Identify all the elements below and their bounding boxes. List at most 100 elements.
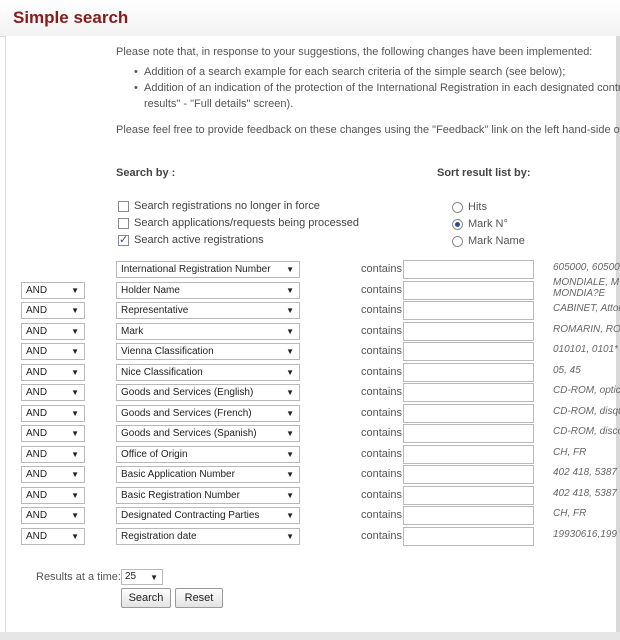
operator-value: AND (26, 305, 48, 316)
criteria-field-select[interactable]: Holder Name ▼ (116, 281, 300, 299)
chevron-down-icon: ▼ (286, 367, 294, 377)
chevron-down-icon: ▼ (71, 326, 79, 336)
search-example: 605000, 60500 (553, 262, 620, 273)
criteria-value-input[interactable] (403, 280, 534, 300)
criteria-value-input[interactable] (403, 403, 534, 423)
criteria-field-value: Mark (121, 325, 144, 337)
criteria-value-input[interactable] (403, 465, 534, 484)
criteria-field-select[interactable]: Mark ▼ (116, 322, 300, 340)
checkbox-icon[interactable] (118, 200, 129, 212)
results-per-page-value: 25 (125, 571, 137, 582)
search-example: CABINET, Attor (553, 303, 620, 314)
radio-label: Mark Name (468, 235, 525, 247)
contains-label: contains (361, 263, 402, 275)
criteria-field-select[interactable]: Representative ▼ (116, 302, 300, 319)
criteria-value-input[interactable] (403, 321, 534, 341)
criteria-value-input[interactable] (403, 506, 534, 525)
search-example: 05, 45 (553, 364, 581, 376)
criteria-field-value: Nice Classification (121, 366, 203, 378)
chevron-down-icon: ▼ (286, 265, 294, 274)
contains-label: contains (361, 304, 402, 316)
radio-mark-name[interactable]: Mark Name (452, 233, 525, 249)
criteria-field-select[interactable]: Goods and Services (French) ▼ (116, 404, 300, 422)
criteria-row: AND ▼ Designated Contracting Parties ▼ conta… (0, 506, 620, 526)
criteria-field-select[interactable]: Designated Contracting Parties ▼ (116, 507, 300, 524)
operator-select[interactable]: AND ▼ (21, 507, 85, 524)
criteria-field-select[interactable]: Goods and Services (English) ▼ (116, 384, 300, 401)
radio-selected-icon[interactable] (452, 218, 463, 230)
contains-label: contains (361, 345, 402, 357)
operator-select[interactable]: AND ▼ (21, 363, 85, 381)
operator-select[interactable]: AND ▼ (21, 486, 85, 504)
criteria-value-input[interactable] (403, 485, 534, 505)
checkbox-checked-icon[interactable] (118, 233, 129, 246)
operator-select[interactable]: AND ▼ (21, 302, 85, 319)
operator-select[interactable]: AND ▼ (21, 527, 85, 545)
page-title: Simple search (13, 8, 129, 27)
operator-value: AND (26, 284, 48, 296)
operator-select[interactable]: AND ▼ (21, 343, 85, 360)
operator-select[interactable]: AND ▼ (21, 425, 85, 442)
chevron-down-icon: ▼ (286, 347, 294, 356)
criteria-field-select[interactable]: Basic Application Number ▼ (116, 466, 300, 483)
radio-mark-number[interactable]: Mark N° (452, 216, 508, 232)
operator-select[interactable]: AND ▼ (21, 322, 85, 340)
search-example: 19930616,199 (553, 528, 617, 540)
criteria-row: AND ▼ Goods and Services (Spanish) ▼ contain… (0, 424, 620, 444)
criteria-value-input[interactable] (403, 383, 534, 402)
page-bottom-edge (0, 632, 620, 640)
criteria-field-select[interactable]: Goods and Services (Spanish) ▼ (116, 425, 300, 442)
criteria-field-value: Basic Registration Number (121, 489, 240, 501)
search-example-line: MONDIA?E (553, 287, 606, 299)
contains-label: contains (361, 406, 402, 419)
operator-select[interactable]: AND ▼ (21, 384, 85, 401)
chevron-down-icon: ▼ (286, 306, 294, 315)
checkbox-label: Search active registrations (134, 234, 264, 246)
checkbox-icon[interactable] (118, 217, 129, 229)
checkbox-being-processed[interactable]: Search applications/requests being proce… (118, 215, 359, 231)
reset-button[interactable]: Reset (175, 588, 223, 608)
criteria-value-input[interactable] (403, 526, 534, 546)
chevron-down-icon: ▼ (71, 511, 79, 520)
search-example: 402 418, 5387 (553, 487, 617, 499)
checkbox-active-registrations[interactable]: Search active registrations (118, 232, 264, 248)
radio-icon[interactable] (452, 201, 463, 213)
criteria-field-select[interactable]: Nice Classification ▼ (116, 363, 300, 381)
checkbox-no-longer-in-force[interactable]: Search registrations no longer in force (118, 198, 320, 214)
radio-icon[interactable] (452, 235, 463, 247)
chevron-down-icon: ▼ (286, 449, 294, 459)
operator-value: AND (26, 448, 48, 460)
criteria-value-input[interactable] (403, 342, 534, 361)
criteria-field-select[interactable]: Office of Origin ▼ (116, 445, 300, 463)
chevron-down-icon: ▼ (71, 408, 79, 418)
criteria-field-select[interactable]: Basic Registration Number ▼ (116, 486, 300, 504)
operator-select[interactable]: AND ▼ (21, 466, 85, 483)
radio-hits[interactable]: Hits (452, 199, 487, 215)
criteria-row: AND ▼ Office of Origin ▼ contains CH, FR (0, 444, 620, 465)
criteria-value-input[interactable] (403, 362, 534, 382)
criteria-value-input[interactable] (403, 301, 534, 320)
chevron-down-icon: ▼ (286, 511, 294, 520)
search-example: CD-ROM, disco (553, 426, 620, 437)
notice-intro: Please note that, in response to your su… (116, 46, 593, 58)
operator-select[interactable]: AND ▼ (21, 281, 85, 299)
criteria-field-select[interactable]: Registration date ▼ (116, 527, 300, 545)
chevron-down-icon: ▼ (286, 490, 294, 500)
criteria-value-input[interactable] (403, 444, 534, 464)
operator-select[interactable]: AND ▼ (21, 404, 85, 422)
chevron-down-icon: ▼ (150, 573, 158, 582)
search-by-label: Search by : (116, 167, 176, 179)
criteria-value-input[interactable] (403, 260, 534, 279)
search-button[interactable]: Search (121, 588, 171, 608)
contains-label: contains (361, 488, 402, 501)
criteria-field-select[interactable]: Vienna Classification ▼ (116, 343, 300, 360)
chevron-down-icon: ▼ (71, 388, 79, 397)
radio-label: Hits (468, 201, 487, 213)
contains-label: contains (361, 283, 402, 296)
criteria-row: AND ▼ Vienna Classification ▼ contains 010101… (0, 342, 620, 362)
criteria-field-value: Holder Name (121, 284, 180, 296)
results-per-page-select[interactable]: 25 ▼ (121, 569, 163, 585)
operator-select[interactable]: AND ▼ (21, 445, 85, 463)
criteria-value-input[interactable] (403, 424, 534, 443)
criteria-field-select[interactable]: International Registration Number ▼ (116, 261, 300, 278)
